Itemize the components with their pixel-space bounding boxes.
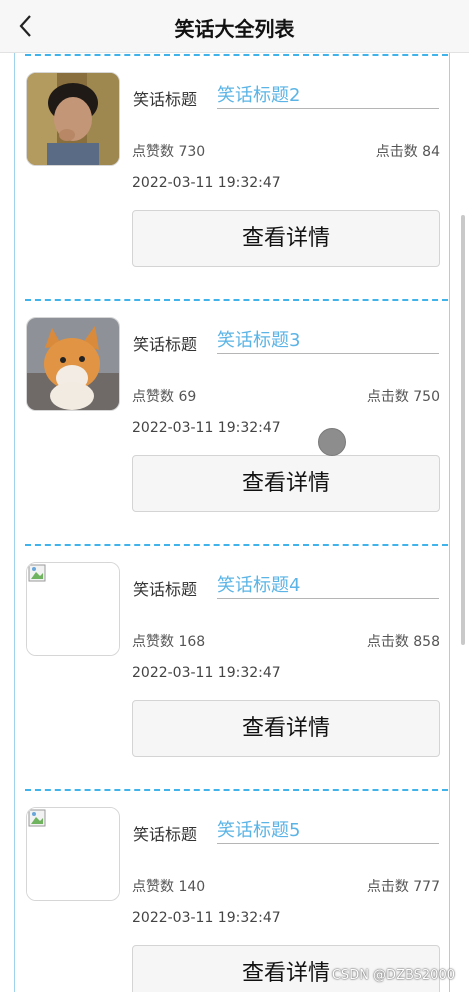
title-link[interactable]: 笑话标题4 (217, 574, 439, 599)
likes-count: 点赞数 69 (132, 389, 197, 405)
title-label: 笑话标题 (133, 335, 198, 354)
broken-image-icon[interactable] (26, 562, 120, 656)
timestamp: 2022-03-11 19:32:47 (132, 910, 281, 926)
likes-count: 点赞数 140 (132, 879, 206, 895)
title-link[interactable]: 笑话标题2 (217, 84, 439, 109)
divider (25, 299, 448, 301)
timestamp: 2022-03-11 19:32:47 (132, 420, 281, 436)
title-label: 笑话标题 (133, 90, 198, 109)
divider (25, 544, 448, 546)
list-item: 笑话标题 笑话标题5 点赞数 140 点击数 777 2022-03-11 19… (15, 788, 449, 992)
broken-image-icon[interactable] (26, 807, 120, 901)
clicks-count: 点击数 858 (366, 634, 440, 650)
touch-indicator (318, 428, 346, 456)
likes-count: 点赞数 730 (132, 144, 206, 160)
page-title: 笑话大全列表 (174, 17, 295, 41)
list-item: 笑话标题 笑话标题4 点赞数 168 点击数 858 2022-03-11 19… (15, 543, 449, 788)
timestamp: 2022-03-11 19:32:47 (132, 665, 281, 681)
likes-count: 点赞数 168 (132, 634, 206, 650)
divider (25, 54, 448, 56)
timestamp: 2022-03-11 19:32:47 (132, 175, 281, 191)
list-item: 笑话标题 笑话标题2 点赞数 730 点击数 84 2022-03-11 19:… (15, 53, 449, 298)
nav-bar: 笑话大全列表 (0, 0, 469, 53)
boy-photo[interactable] (26, 72, 120, 166)
watermark: CSDN @DZBS2000 (331, 968, 455, 983)
joke-list[interactable]: 笑话标题 笑话标题2 点赞数 730 点击数 84 2022-03-11 19:… (14, 53, 450, 992)
view-details-button[interactable]: 查看详情 (132, 210, 440, 267)
view-details-button[interactable]: 查看详情 (132, 455, 440, 512)
clicks-count: 点击数 750 (366, 389, 440, 405)
cat-photo[interactable] (26, 317, 120, 411)
scrollbar[interactable] (461, 215, 465, 645)
clicks-count: 点击数 777 (366, 879, 440, 895)
clicks-count: 点击数 84 (375, 144, 440, 160)
title-label: 笑话标题 (133, 825, 198, 844)
list-item: 笑话标题 笑话标题3 点赞数 69 点击数 750 2022-03-11 19:… (15, 298, 449, 543)
divider (25, 789, 448, 791)
title-link[interactable]: 笑话标题3 (217, 329, 439, 354)
title-link[interactable]: 笑话标题5 (217, 819, 439, 844)
view-details-button[interactable]: 查看详情 (132, 700, 440, 757)
title-label: 笑话标题 (133, 580, 198, 599)
